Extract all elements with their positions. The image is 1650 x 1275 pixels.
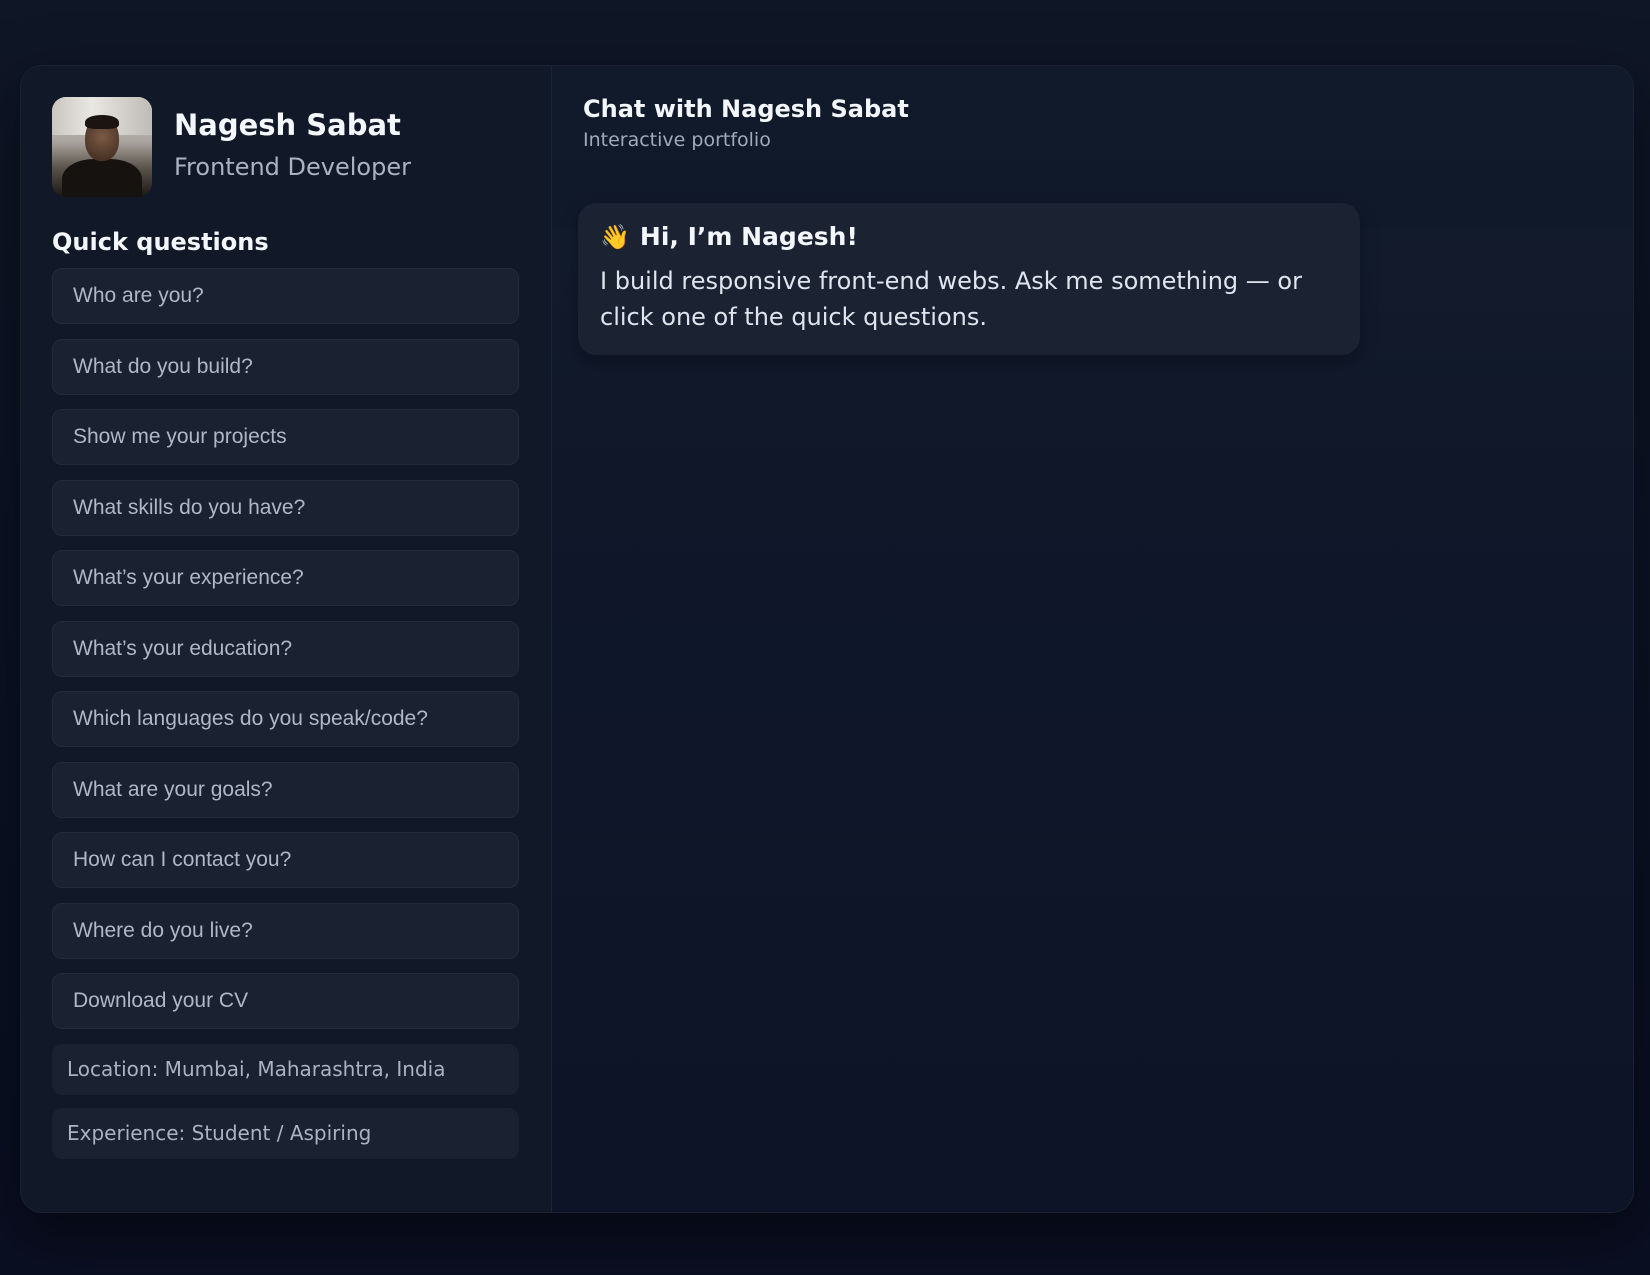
quick-question-button[interactable]: What are your goals? [52, 761, 519, 818]
download-cv-button[interactable]: Download your CV [52, 973, 519, 1029]
profile-card: Nagesh Sabat Frontend Developer [52, 97, 519, 197]
chat-panel: Chat with Nagesh Sabat Interactive portf… [552, 66, 1633, 1212]
avatar-hair [85, 115, 119, 129]
profile-text: Nagesh Sabat Frontend Developer [174, 108, 411, 182]
profile-role: Frontend Developer [174, 152, 411, 181]
quick-question-button[interactable]: What’s your education? [52, 620, 519, 677]
quick-question-button[interactable]: What do you build? [52, 338, 519, 395]
message-title-row: 👋 Hi, I’m Nagesh! [600, 221, 1338, 253]
app-window: Nagesh Sabat Frontend Developer Quick qu… [20, 65, 1634, 1213]
quick-question-button[interactable]: Who are you? [52, 268, 519, 324]
chat-header: Chat with Nagesh Sabat Interactive portf… [583, 94, 909, 152]
message-title: Hi, I’m Nagesh! [639, 222, 858, 251]
experience-info: Experience: Student / Aspiring [52, 1107, 519, 1159]
chat-subtitle: Interactive portfolio [583, 129, 771, 151]
chat-title: Chat with Nagesh Sabat [583, 95, 909, 123]
sidebar: Nagesh Sabat Frontend Developer Quick qu… [21, 66, 552, 1212]
quick-question-button[interactable]: How can I contact you? [52, 832, 519, 888]
avatar [52, 97, 152, 197]
quick-question-button[interactable]: Where do you live? [52, 902, 519, 959]
info-list: Location: Mumbai, Maharashtra, India Exp… [52, 1043, 519, 1159]
chat-message-bubble: 👋 Hi, I’m Nagesh! I build responsive fro… [578, 203, 1360, 355]
quick-questions-list: Who are you? What do you build? Show me … [52, 268, 519, 1029]
avatar-body [62, 159, 142, 197]
quick-question-button[interactable]: Show me your projects [52, 409, 519, 465]
profile-name: Nagesh Sabat [174, 107, 401, 142]
quick-question-button[interactable]: What skills do you have? [52, 479, 519, 536]
quick-question-button[interactable]: Which languages do you speak/code? [52, 691, 519, 747]
message-text: I build responsive front-end webs. Ask m… [600, 267, 1302, 331]
waving-hand-icon: 👋 [600, 223, 630, 251]
quick-question-button[interactable]: What’s your experience? [52, 550, 519, 606]
quick-questions-title: Quick questions [52, 228, 269, 256]
location-info: Location: Mumbai, Maharashtra, India [52, 1043, 519, 1095]
